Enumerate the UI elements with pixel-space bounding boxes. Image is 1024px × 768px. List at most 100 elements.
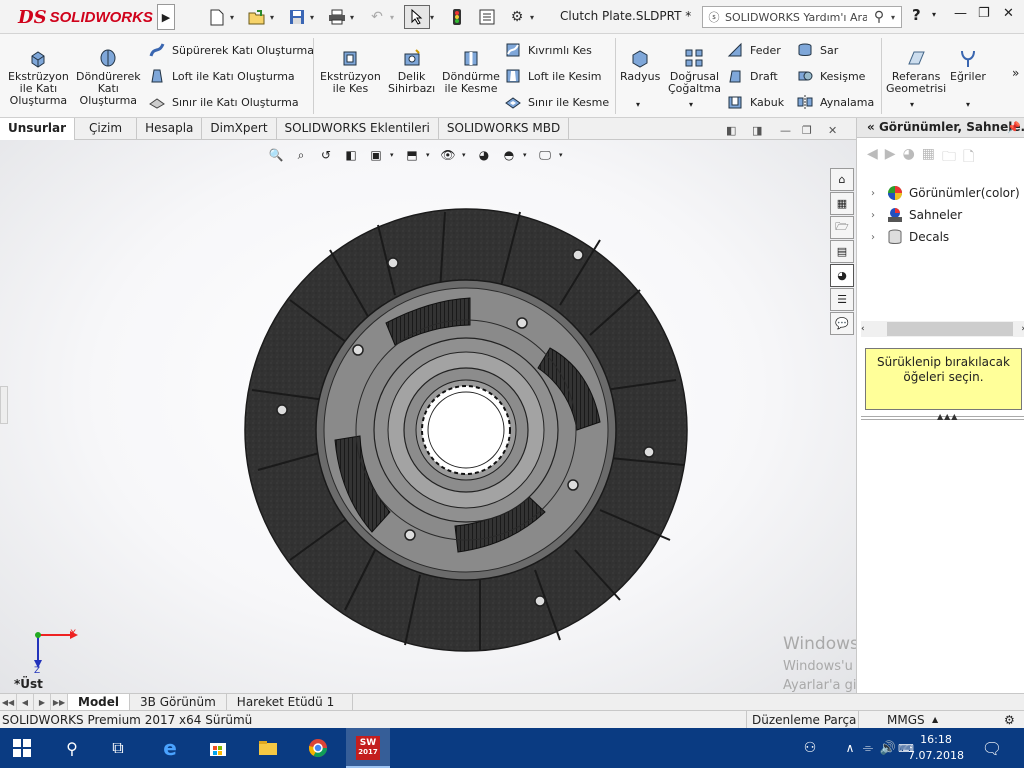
library-icon[interactable]: ▦: [922, 146, 935, 170]
viewport-minimize-button[interactable]: —: [780, 124, 791, 137]
expand-chevron-icon[interactable]: ›: [871, 188, 885, 199]
forward-icon[interactable]: ▶: [885, 146, 896, 170]
feature-tree-expand-handle[interactable]: [0, 386, 8, 424]
help-button[interactable]: ?: [912, 6, 921, 24]
fillet-dropdown-icon[interactable]: ▾: [636, 100, 640, 109]
hole-wizard-button[interactable]: Delik Sihirbazı: [388, 48, 435, 95]
search-icon[interactable]: ⚲: [60, 736, 84, 760]
expand-chevron-icon[interactable]: ›: [871, 232, 885, 243]
open-folder-icon[interactable]: [244, 5, 270, 29]
rebuild-traffic-light-icon[interactable]: [444, 5, 470, 29]
boundary-cut-button[interactable]: Sınır ile Kesme: [504, 94, 609, 110]
edge-browser-icon[interactable]: e: [158, 736, 182, 760]
units-dropdown-icon[interactable]: ▲: [932, 715, 938, 724]
tab-motion-study[interactable]: Hareket Etüdü 1: [227, 694, 354, 710]
forum-tab[interactable]: 💬: [830, 312, 854, 335]
fillet-button[interactable]: Radyus: [620, 48, 660, 83]
tab-addins[interactable]: SOLIDWORKS Eklentileri: [277, 118, 439, 140]
reference-geometry-button[interactable]: Referans Geometrisi: [886, 48, 946, 95]
horizontal-scrollbar[interactable]: ‹ ›: [861, 321, 1024, 337]
reference-dropdown-icon[interactable]: ▾: [910, 100, 914, 109]
extruded-cut-button[interactable]: Ekstrüzyon ile Kes: [320, 48, 381, 95]
close-button[interactable]: ✕: [1003, 6, 1014, 21]
display-style-dropdown-icon[interactable]: ▾: [426, 151, 434, 159]
scroll-left-icon[interactable]: ‹: [861, 324, 873, 334]
next-tab-icon[interactable]: ▶: [34, 694, 51, 710]
draft-button[interactable]: Draft: [726, 68, 778, 84]
select-pointer-icon[interactable]: [404, 5, 430, 29]
view-orientation-dropdown-icon[interactable]: ▾: [390, 151, 398, 159]
tab-model[interactable]: Model: [68, 694, 131, 710]
print-dropdown-icon[interactable]: ▾: [350, 5, 360, 29]
tab-mbd[interactable]: SOLIDWORKS MBD: [439, 118, 570, 140]
tree-item-appearances[interactable]: › Görünümler(color): [871, 182, 1020, 204]
pattern-dropdown-icon[interactable]: ▾: [689, 100, 693, 109]
wrap-button[interactable]: Sar: [796, 42, 838, 58]
task-pane-collapse-icon[interactable]: «: [867, 120, 875, 134]
drag-drop-hint-box[interactable]: Sürüklenip bırakılacak öğeleri seçin.: [865, 348, 1022, 410]
undo-icon[interactable]: ↶: [364, 5, 390, 29]
first-tab-icon[interactable]: ◀◀: [0, 694, 17, 710]
clutch-plate-model[interactable]: [0, 140, 856, 693]
viewport-restore-button[interactable]: ❐: [802, 124, 812, 137]
options-gear-icon[interactable]: ⚙: [504, 5, 530, 29]
swept-cut-button[interactable]: Kıvrımlı Kes: [504, 42, 592, 58]
tab-3d-view[interactable]: 3B Görünüm: [130, 694, 227, 710]
solidworks-logo[interactable]: DS SOLIDWORKS: [0, 0, 155, 34]
task-view-icon[interactable]: ⧉: [106, 736, 130, 760]
appearances-scenes-tab[interactable]: ◕: [830, 264, 854, 287]
lofted-cut-button[interactable]: Loft ile Kesim: [504, 68, 601, 84]
previous-view-icon[interactable]: ↺: [315, 146, 337, 164]
chrome-icon[interactable]: [306, 736, 330, 760]
edit-appearance-icon[interactable]: ◕: [473, 146, 495, 164]
store-icon[interactable]: [206, 736, 230, 760]
hide-show-dropdown-icon[interactable]: ▾: [462, 151, 470, 159]
scroll-thumb[interactable]: [886, 322, 1014, 336]
taskbar-clock[interactable]: 16:18 7.07.2018: [908, 732, 964, 764]
pin-icon[interactable]: 📌: [1007, 118, 1021, 137]
add-folder-icon[interactable]: 🗀: [942, 146, 956, 170]
file-properties-icon[interactable]: [474, 5, 500, 29]
file-explorer-tab[interactable]: 🗁: [830, 216, 854, 239]
swept-boss-button[interactable]: Süpürerek Katı Oluşturma: [148, 42, 314, 58]
viewport-prev-icon[interactable]: ◧: [726, 124, 736, 137]
curves-dropdown-icon[interactable]: ▾: [966, 100, 970, 109]
section-view-icon[interactable]: ◧: [340, 146, 362, 164]
windows-start-icon[interactable]: [10, 736, 34, 760]
viewport-close-button[interactable]: ✕: [828, 124, 837, 137]
rib-button[interactable]: Feder: [726, 42, 781, 58]
search-icon[interactable]: ⚲: [867, 9, 891, 25]
last-tab-icon[interactable]: ▶▶: [51, 694, 68, 710]
minimize-button[interactable]: —: [954, 6, 967, 21]
hide-show-items-icon[interactable]: 👁: [437, 146, 459, 164]
curves-button[interactable]: Eğriler: [950, 48, 986, 83]
zoom-to-fit-icon[interactable]: 🔍: [265, 146, 287, 164]
expand-chevron-icon[interactable]: ›: [871, 210, 885, 221]
new-dropdown-icon[interactable]: ▾: [230, 5, 240, 29]
solidworks-resources-tab[interactable]: ⌂: [830, 168, 854, 191]
custom-properties-tab[interactable]: ☰: [830, 288, 854, 311]
new-document-icon[interactable]: [204, 5, 230, 29]
lofted-boss-button[interactable]: Loft ile Katı Oluşturma: [148, 68, 295, 84]
help-dropdown-icon[interactable]: ▾: [932, 10, 936, 19]
tab-evaluate[interactable]: Hesapla: [137, 118, 203, 140]
print-icon[interactable]: [324, 5, 350, 29]
design-library-tab[interactable]: ▦: [830, 192, 854, 215]
prev-tab-icon[interactable]: ◀: [17, 694, 34, 710]
unit-system-button[interactable]: MMGS: [887, 713, 925, 727]
help-search-input[interactable]: SOLIDWORKS Yardım'ı Ara: [725, 11, 867, 24]
splitter-grip-icon[interactable]: ▲▲▲: [937, 412, 958, 421]
tab-features[interactable]: Unsurlar: [0, 118, 76, 140]
intersect-button[interactable]: Kesişme: [796, 68, 865, 84]
extruded-boss-button[interactable]: Ekstrüzyon ile Katı Oluşturma: [8, 48, 69, 107]
mirror-button[interactable]: Aynalama: [796, 94, 874, 110]
view-orientation-icon[interactable]: ⬒: [401, 146, 423, 164]
appearance-icon[interactable]: ◕: [903, 146, 915, 170]
tree-item-decals[interactable]: › Decals: [871, 226, 1020, 248]
back-icon[interactable]: ◀: [867, 146, 878, 170]
undo-dropdown-icon[interactable]: ▾: [390, 5, 400, 29]
view-settings-dropdown-icon[interactable]: ▾: [559, 151, 567, 159]
add-file-icon[interactable]: 🗋: [963, 146, 974, 170]
save-dropdown-icon[interactable]: ▾: [310, 5, 320, 29]
ribbon-more-chevron-icon[interactable]: »: [1012, 66, 1019, 80]
